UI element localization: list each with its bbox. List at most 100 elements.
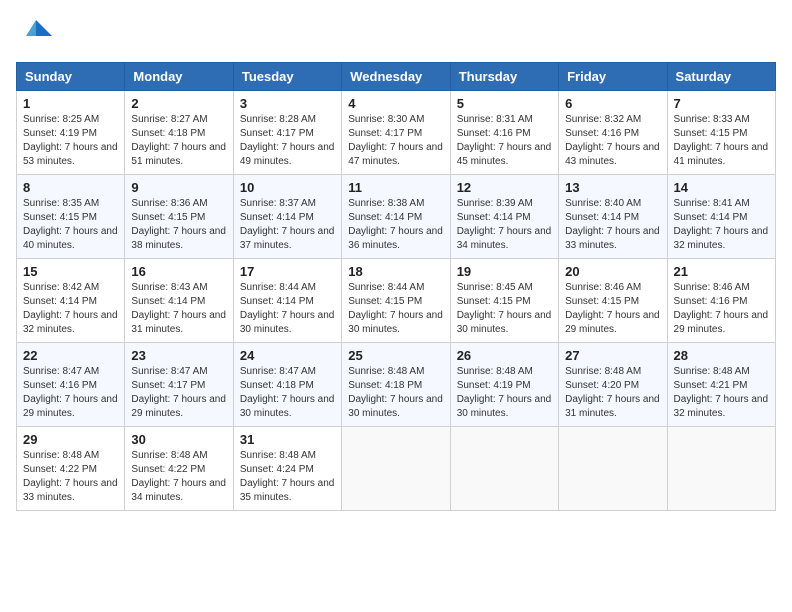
day-cell-16: 16 Sunrise: 8:43 AMSunset: 4:14 PMDaylig… [125,259,233,343]
empty-cell [559,427,667,511]
empty-cell [450,427,558,511]
week-row-1: 1 Sunrise: 8:25 AMSunset: 4:19 PMDayligh… [17,91,776,175]
day-info: Sunrise: 8:47 AMSunset: 4:18 PMDaylight:… [240,366,335,419]
day-number: 29 [23,432,118,447]
day-number: 22 [23,348,118,363]
day-cell-3: 3 Sunrise: 8:28 AMSunset: 4:17 PMDayligh… [233,91,341,175]
header [16,16,776,52]
day-info: Sunrise: 8:44 AMSunset: 4:14 PMDaylight:… [240,282,335,335]
day-number: 13 [565,180,660,195]
day-number: 19 [457,264,552,279]
day-cell-19: 19 Sunrise: 8:45 AMSunset: 4:15 PMDaylig… [450,259,558,343]
day-number: 20 [565,264,660,279]
day-cell-13: 13 Sunrise: 8:40 AMSunset: 4:14 PMDaylig… [559,175,667,259]
calendar: SundayMondayTuesdayWednesdayThursdayFrid… [16,62,776,511]
day-cell-1: 1 Sunrise: 8:25 AMSunset: 4:19 PMDayligh… [17,91,125,175]
day-info: Sunrise: 8:46 AMSunset: 4:15 PMDaylight:… [565,282,660,335]
day-info: Sunrise: 8:48 AMSunset: 4:19 PMDaylight:… [457,366,552,419]
day-cell-9: 9 Sunrise: 8:36 AMSunset: 4:15 PMDayligh… [125,175,233,259]
weekday-header-monday: Monday [125,63,233,91]
day-number: 9 [131,180,226,195]
week-row-4: 22 Sunrise: 8:47 AMSunset: 4:16 PMDaylig… [17,343,776,427]
empty-cell [342,427,450,511]
weekday-header-friday: Friday [559,63,667,91]
day-number: 12 [457,180,552,195]
day-number: 30 [131,432,226,447]
weekday-header-saturday: Saturday [667,63,775,91]
day-cell-11: 11 Sunrise: 8:38 AMSunset: 4:14 PMDaylig… [342,175,450,259]
day-info: Sunrise: 8:30 AMSunset: 4:17 PMDaylight:… [348,114,443,167]
day-number: 5 [457,96,552,111]
day-cell-15: 15 Sunrise: 8:42 AMSunset: 4:14 PMDaylig… [17,259,125,343]
weekday-header-sunday: Sunday [17,63,125,91]
day-number: 4 [348,96,443,111]
day-cell-31: 31 Sunrise: 8:48 AMSunset: 4:24 PMDaylig… [233,427,341,511]
day-cell-24: 24 Sunrise: 8:47 AMSunset: 4:18 PMDaylig… [233,343,341,427]
day-number: 23 [131,348,226,363]
day-cell-20: 20 Sunrise: 8:46 AMSunset: 4:15 PMDaylig… [559,259,667,343]
day-number: 1 [23,96,118,111]
day-number: 7 [674,96,769,111]
week-row-5: 29 Sunrise: 8:48 AMSunset: 4:22 PMDaylig… [17,427,776,511]
day-info: Sunrise: 8:48 AMSunset: 4:22 PMDaylight:… [131,450,226,503]
weekday-header-row: SundayMondayTuesdayWednesdayThursdayFrid… [17,63,776,91]
day-info: Sunrise: 8:37 AMSunset: 4:14 PMDaylight:… [240,198,335,251]
day-info: Sunrise: 8:48 AMSunset: 4:18 PMDaylight:… [348,366,443,419]
day-cell-8: 8 Sunrise: 8:35 AMSunset: 4:15 PMDayligh… [17,175,125,259]
day-number: 31 [240,432,335,447]
day-number: 3 [240,96,335,111]
day-info: Sunrise: 8:42 AMSunset: 4:14 PMDaylight:… [23,282,118,335]
day-number: 2 [131,96,226,111]
day-cell-27: 27 Sunrise: 8:48 AMSunset: 4:20 PMDaylig… [559,343,667,427]
day-cell-28: 28 Sunrise: 8:48 AMSunset: 4:21 PMDaylig… [667,343,775,427]
day-info: Sunrise: 8:36 AMSunset: 4:15 PMDaylight:… [131,198,226,251]
day-cell-5: 5 Sunrise: 8:31 AMSunset: 4:16 PMDayligh… [450,91,558,175]
week-row-3: 15 Sunrise: 8:42 AMSunset: 4:14 PMDaylig… [17,259,776,343]
day-number: 16 [131,264,226,279]
day-cell-21: 21 Sunrise: 8:46 AMSunset: 4:16 PMDaylig… [667,259,775,343]
day-cell-25: 25 Sunrise: 8:48 AMSunset: 4:18 PMDaylig… [342,343,450,427]
day-number: 17 [240,264,335,279]
day-cell-6: 6 Sunrise: 8:32 AMSunset: 4:16 PMDayligh… [559,91,667,175]
day-info: Sunrise: 8:47 AMSunset: 4:17 PMDaylight:… [131,366,226,419]
day-cell-22: 22 Sunrise: 8:47 AMSunset: 4:16 PMDaylig… [17,343,125,427]
day-info: Sunrise: 8:43 AMSunset: 4:14 PMDaylight:… [131,282,226,335]
day-info: Sunrise: 8:41 AMSunset: 4:14 PMDaylight:… [674,198,769,251]
empty-cell [667,427,775,511]
day-number: 21 [674,264,769,279]
day-info: Sunrise: 8:44 AMSunset: 4:15 PMDaylight:… [348,282,443,335]
weekday-header-wednesday: Wednesday [342,63,450,91]
day-number: 27 [565,348,660,363]
day-cell-2: 2 Sunrise: 8:27 AMSunset: 4:18 PMDayligh… [125,91,233,175]
day-info: Sunrise: 8:48 AMSunset: 4:24 PMDaylight:… [240,450,335,503]
day-number: 14 [674,180,769,195]
day-info: Sunrise: 8:38 AMSunset: 4:14 PMDaylight:… [348,198,443,251]
day-number: 10 [240,180,335,195]
day-number: 18 [348,264,443,279]
day-info: Sunrise: 8:48 AMSunset: 4:20 PMDaylight:… [565,366,660,419]
day-info: Sunrise: 8:35 AMSunset: 4:15 PMDaylight:… [23,198,118,251]
day-cell-18: 18 Sunrise: 8:44 AMSunset: 4:15 PMDaylig… [342,259,450,343]
day-info: Sunrise: 8:28 AMSunset: 4:17 PMDaylight:… [240,114,335,167]
day-cell-12: 12 Sunrise: 8:39 AMSunset: 4:14 PMDaylig… [450,175,558,259]
day-info: Sunrise: 8:27 AMSunset: 4:18 PMDaylight:… [131,114,226,167]
day-cell-26: 26 Sunrise: 8:48 AMSunset: 4:19 PMDaylig… [450,343,558,427]
day-info: Sunrise: 8:47 AMSunset: 4:16 PMDaylight:… [23,366,118,419]
week-row-2: 8 Sunrise: 8:35 AMSunset: 4:15 PMDayligh… [17,175,776,259]
day-number: 24 [240,348,335,363]
day-number: 28 [674,348,769,363]
day-cell-17: 17 Sunrise: 8:44 AMSunset: 4:14 PMDaylig… [233,259,341,343]
day-info: Sunrise: 8:25 AMSunset: 4:19 PMDaylight:… [23,114,118,167]
day-cell-7: 7 Sunrise: 8:33 AMSunset: 4:15 PMDayligh… [667,91,775,175]
logo [16,16,56,52]
day-info: Sunrise: 8:31 AMSunset: 4:16 PMDaylight:… [457,114,552,167]
day-number: 8 [23,180,118,195]
day-cell-14: 14 Sunrise: 8:41 AMSunset: 4:14 PMDaylig… [667,175,775,259]
day-number: 26 [457,348,552,363]
day-info: Sunrise: 8:48 AMSunset: 4:22 PMDaylight:… [23,450,118,503]
day-info: Sunrise: 8:48 AMSunset: 4:21 PMDaylight:… [674,366,769,419]
day-cell-4: 4 Sunrise: 8:30 AMSunset: 4:17 PMDayligh… [342,91,450,175]
day-info: Sunrise: 8:39 AMSunset: 4:14 PMDaylight:… [457,198,552,251]
day-info: Sunrise: 8:40 AMSunset: 4:14 PMDaylight:… [565,198,660,251]
day-number: 11 [348,180,443,195]
